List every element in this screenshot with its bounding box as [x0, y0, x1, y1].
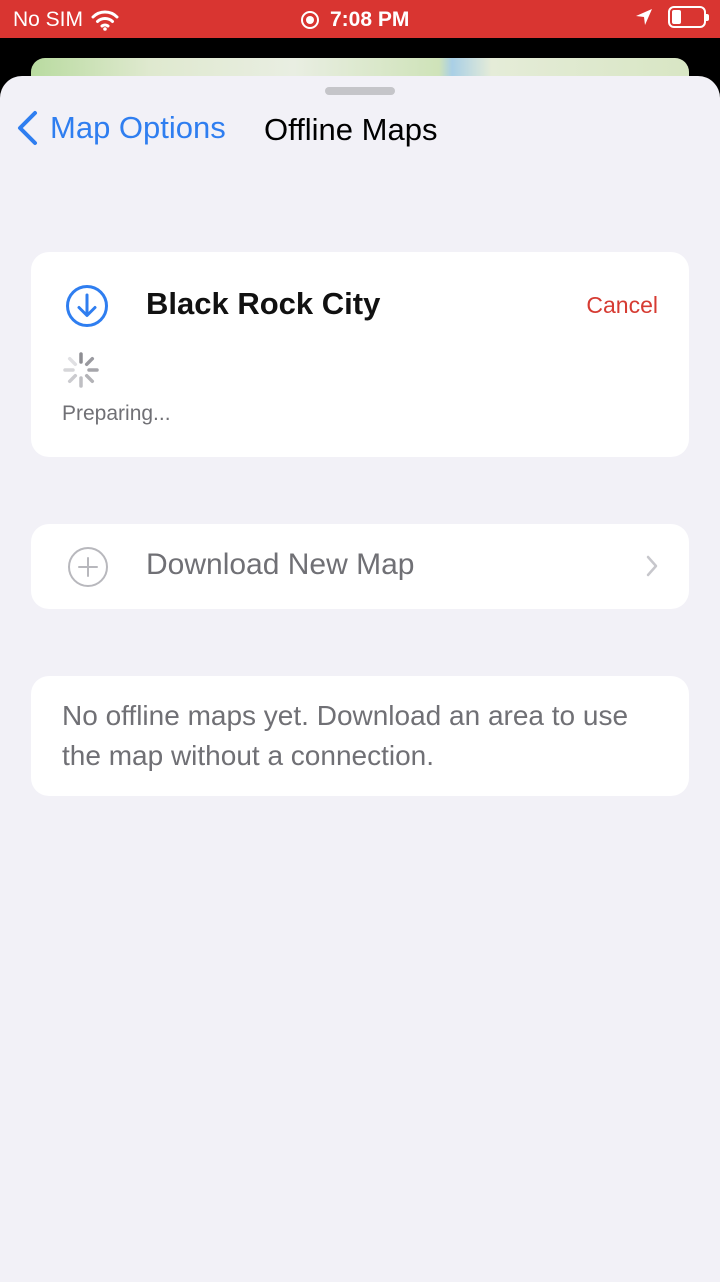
download-status: Preparing... [62, 402, 171, 425]
battery-level [672, 10, 681, 24]
map-name: Black Rock City [146, 286, 381, 321]
offline-maps-sheet: Map Options Offline Maps Black Rock City… [0, 76, 720, 1282]
location-arrow-icon [636, 9, 652, 25]
empty-state-message: No offline maps yet. Download an area to… [62, 700, 629, 771]
battery-icon [668, 6, 709, 28]
chevron-left-icon [18, 111, 37, 145]
plus-circle-icon [68, 547, 108, 587]
status-right [634, 6, 709, 28]
sheet-grabber[interactable] [325, 87, 395, 95]
back-button[interactable]: Map Options [16, 110, 226, 146]
cancel-button[interactable]: Cancel [586, 292, 658, 319]
status-time: 7:08 PM [330, 8, 410, 31]
download-progress-card: Black Rock City Cancel Preparing... [31, 252, 689, 457]
screen-recording-icon [301, 11, 319, 29]
page-title: Offline Maps [264, 112, 438, 147]
loading-spinner-icon [63, 352, 99, 388]
status-bar: No SIM 7:08 PM [0, 0, 720, 38]
empty-state-card: No offline maps yet. Download an area to… [31, 676, 689, 796]
chevron-right-icon [646, 555, 658, 577]
time-group: 7:08 PM [300, 8, 409, 32]
download-circle-icon [66, 285, 108, 327]
download-new-map-row[interactable]: Download New Map [31, 524, 689, 609]
wifi-icon [91, 10, 119, 31]
carrier-label: No SIM [13, 8, 84, 31]
back-button-label: Map Options [50, 110, 226, 145]
carrier-group: No SIM [13, 8, 119, 32]
download-new-map-label: Download New Map [146, 548, 415, 581]
